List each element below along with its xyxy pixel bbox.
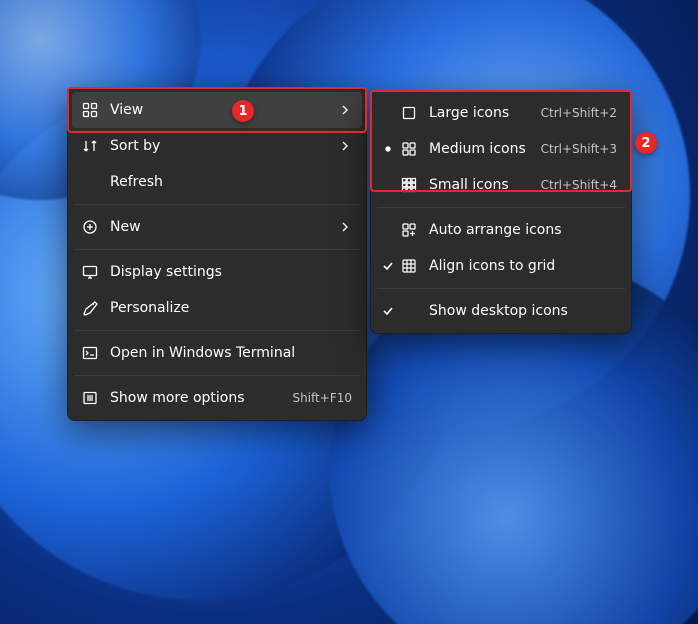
menu-item-label: Show desktop icons xyxy=(429,303,617,319)
menu-item-view[interactable]: View xyxy=(72,92,362,128)
submenu-item-align-to-grid[interactable]: Align icons to grid xyxy=(375,248,627,284)
menu-item-terminal[interactable]: Open in Windows Terminal xyxy=(72,335,362,371)
menu-item-label: Display settings xyxy=(110,264,352,280)
menu-item-label: Refresh xyxy=(110,174,352,190)
menu-separator xyxy=(74,204,360,205)
view-icon xyxy=(80,102,100,118)
annotation-badge-1: 1 xyxy=(232,100,254,122)
menu-item-label: New xyxy=(110,219,338,235)
menu-item-shortcut: Ctrl+Shift+2 xyxy=(541,106,617,120)
desktop-context-menu: View Sort by Refresh New xyxy=(67,87,367,421)
menu-item-shortcut: Ctrl+Shift+4 xyxy=(541,178,617,192)
radio-mark-selected xyxy=(379,145,397,153)
menu-item-label: Align icons to grid xyxy=(429,258,617,274)
menu-item-more-options[interactable]: Show more options Shift+F10 xyxy=(72,380,362,416)
large-icons-icon xyxy=(399,105,419,121)
check-mark-checked xyxy=(379,260,397,272)
new-icon xyxy=(80,219,100,235)
auto-arrange-icon xyxy=(399,222,419,238)
grid-icon xyxy=(399,258,419,274)
menu-item-label: Auto arrange icons xyxy=(429,222,617,238)
view-submenu: Large icons Ctrl+Shift+2 Medium icons Ct… xyxy=(370,90,632,334)
terminal-icon xyxy=(80,345,100,361)
chevron-right-icon xyxy=(338,105,352,115)
menu-separator xyxy=(377,288,625,289)
menu-item-label: Open in Windows Terminal xyxy=(110,345,352,361)
submenu-item-auto-arrange[interactable]: Auto arrange icons xyxy=(375,212,627,248)
annotation-badge-2: 2 xyxy=(635,132,657,154)
display-icon xyxy=(80,264,100,280)
submenu-item-small-icons[interactable]: Small icons Ctrl+Shift+4 xyxy=(375,167,627,203)
menu-item-label: Show more options xyxy=(110,390,284,406)
menu-item-shortcut: Shift+F10 xyxy=(292,391,352,405)
menu-item-personalize[interactable]: Personalize xyxy=(72,290,362,326)
menu-separator xyxy=(74,375,360,376)
check-mark-checked xyxy=(379,305,397,317)
menu-item-label: Personalize xyxy=(110,300,352,316)
chevron-right-icon xyxy=(338,222,352,232)
sort-icon xyxy=(80,138,100,154)
menu-item-sort-by[interactable]: Sort by xyxy=(72,128,362,164)
menu-separator xyxy=(74,330,360,331)
personalize-icon xyxy=(80,300,100,316)
menu-item-label: Large icons xyxy=(429,105,533,121)
menu-item-label: Medium icons xyxy=(429,141,533,157)
small-icons-icon xyxy=(399,177,419,193)
more-options-icon xyxy=(80,390,100,406)
menu-item-shortcut: Ctrl+Shift+3 xyxy=(541,142,617,156)
menu-item-refresh[interactable]: Refresh xyxy=(72,164,362,200)
menu-separator xyxy=(74,249,360,250)
menu-item-label: View xyxy=(110,102,338,118)
submenu-item-large-icons[interactable]: Large icons Ctrl+Shift+2 xyxy=(375,95,627,131)
menu-separator xyxy=(377,207,625,208)
medium-icons-icon xyxy=(399,141,419,157)
submenu-item-show-desktop-icons[interactable]: Show desktop icons xyxy=(375,293,627,329)
chevron-right-icon xyxy=(338,141,352,151)
menu-item-new[interactable]: New xyxy=(72,209,362,245)
menu-item-label: Sort by xyxy=(110,138,338,154)
menu-item-display-settings[interactable]: Display settings xyxy=(72,254,362,290)
submenu-item-medium-icons[interactable]: Medium icons Ctrl+Shift+3 xyxy=(375,131,627,167)
menu-item-label: Small icons xyxy=(429,177,533,193)
